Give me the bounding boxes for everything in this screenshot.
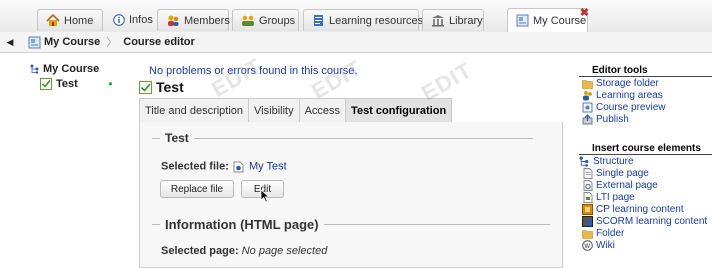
back-arrow-icon[interactable]: ◀: [2, 37, 18, 48]
selected-file-label: Selected file:: [161, 160, 229, 173]
members-icon: [166, 14, 180, 27]
preview-icon: [582, 102, 593, 113]
tab-library[interactable]: Library: [422, 9, 484, 31]
wiki-icon: W: [582, 240, 593, 251]
selected-file-row: Selected file: My Test: [161, 160, 287, 173]
publish-icon: [582, 114, 593, 125]
insert-scorm-learning-content[interactable]: SCORM learning content: [582, 216, 707, 227]
selected-page-label: Selected page:: [161, 245, 239, 257]
main-content: No problems or errors found in this cour…: [130, 53, 563, 268]
right-sidebar: Editor tools Storage folder Learning are…: [571, 53, 712, 259]
course-tree: My Course Test ●: [0, 53, 130, 259]
tab-label: Library: [449, 14, 483, 27]
selected-page-row: Selected page: No page selected: [161, 245, 327, 257]
svg-text:W: W: [584, 243, 590, 250]
structure-icon: [30, 62, 40, 75]
selected-page-value: No page selected: [241, 245, 328, 257]
tree-item-label: Test: [56, 77, 78, 90]
insert-wiki[interactable]: W Wiki: [582, 240, 615, 251]
page-title-text: Test: [156, 79, 184, 95]
external-page-icon: [582, 180, 593, 191]
tree-item-test[interactable]: Test: [39, 77, 78, 90]
insert-elements-title: Insert course elements: [592, 143, 701, 154]
breadcrumb-current: Course editor: [123, 36, 195, 48]
insert-single-page[interactable]: Single page: [582, 168, 649, 179]
status-message: No problems or errors found in this cour…: [149, 65, 358, 77]
tab-label: Learning resources: [329, 14, 424, 27]
cp-icon: [582, 204, 593, 215]
tab-my-course[interactable]: My Course ✖: [507, 6, 589, 32]
insert-structure[interactable]: Structure: [579, 156, 634, 167]
tab-test-configuration[interactable]: Test configuration: [346, 99, 452, 123]
tool-learning-areas[interactable]: Learning areas: [582, 90, 663, 101]
folder-icon: [582, 78, 593, 89]
file-icon: [232, 160, 246, 173]
replace-file-button[interactable]: Replace file: [160, 180, 234, 198]
status-ok-icon: ●: [108, 79, 113, 88]
scorm-icon: [582, 216, 593, 227]
tab-label: My Course: [533, 14, 587, 27]
tab-label: Home: [64, 14, 94, 27]
tab-learning-resources[interactable]: Learning resources: [303, 9, 423, 31]
page-title: Test: [138, 79, 184, 95]
insert-lti-page[interactable]: LTI page: [582, 192, 635, 203]
tool-course-preview[interactable]: Course preview: [582, 102, 665, 113]
close-icon[interactable]: ✖: [580, 6, 589, 19]
tree-root-label: My Course: [43, 62, 100, 75]
library-icon: [431, 14, 445, 27]
tab-home[interactable]: Home: [37, 9, 103, 31]
breadcrumb: ◀ My Course 〉 Course editor: [0, 32, 712, 53]
learning-resources-icon: [312, 14, 325, 27]
insert-folder[interactable]: Folder: [582, 228, 624, 239]
tool-storage-folder[interactable]: Storage folder: [582, 78, 659, 89]
test-section-legend: Test: [152, 131, 533, 145]
course-icon: [516, 14, 529, 27]
tab-members[interactable]: Members: [157, 9, 230, 31]
tab-access[interactable]: Access: [300, 99, 347, 123]
tab-label: Groups: [259, 14, 296, 27]
page-icon: [582, 168, 593, 179]
tree-root[interactable]: My Course: [30, 62, 99, 75]
structure-icon: [579, 156, 590, 167]
learning-areas-icon: [582, 90, 593, 101]
insert-external-page[interactable]: External page: [582, 180, 658, 191]
tab-visibility[interactable]: Visibility: [249, 99, 300, 123]
lti-icon: [582, 192, 593, 203]
info-section-legend: Information (HTML page): [152, 217, 550, 232]
test-icon: [39, 77, 53, 90]
groups-icon: [241, 14, 255, 27]
tab-title-description[interactable]: Title and description: [140, 99, 250, 123]
test-icon: [138, 80, 152, 94]
course-icon: [27, 36, 41, 49]
tool-publish[interactable]: Publish: [582, 114, 629, 125]
selected-file-link[interactable]: My Test: [249, 160, 287, 172]
folder-icon: [582, 228, 593, 239]
editor-subtabs: Title and description Visibility Access …: [139, 98, 453, 124]
tab-label: Members: [184, 14, 230, 27]
breadcrumb-course[interactable]: My Course: [44, 36, 100, 48]
watermark: EDIT: [207, 53, 267, 102]
top-tab-bar: Home Infos Members Groups Learning resou…: [0, 0, 712, 33]
tab-groups[interactable]: Groups: [232, 9, 299, 31]
configuration-panel: Test Selected file: My Test Replace file…: [139, 122, 563, 268]
tab-label: Infos: [129, 14, 153, 26]
breadcrumb-separator: 〉: [106, 37, 118, 49]
home-icon: [46, 14, 60, 27]
mouse-cursor-icon: [260, 189, 271, 203]
insert-cp-learning-content[interactable]: CP learning content: [582, 204, 684, 215]
editor-tools-title: Editor tools: [592, 65, 648, 76]
info-icon: [113, 14, 125, 27]
tab-infos[interactable]: Infos: [105, 9, 160, 31]
